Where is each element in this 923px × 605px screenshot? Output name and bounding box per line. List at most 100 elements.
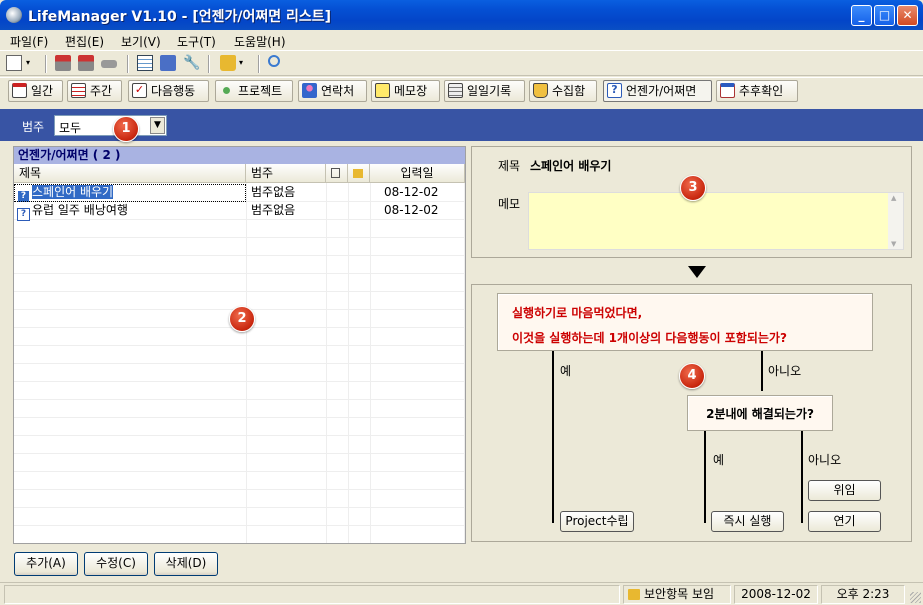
row-title-cell: ? 스페인어 배우기 (17, 184, 114, 203)
journal-icon (448, 83, 463, 98)
list-row[interactable]: ? 유럽 일주 배낭여행 범주없음 08-12-02 (14, 202, 465, 221)
notepad-icon (375, 83, 390, 98)
category-select[interactable]: 모두 ▼ (54, 115, 167, 136)
maximize-button[interactable]: □ (874, 5, 895, 26)
view-project-button[interactable]: 프로젝트 (215, 80, 293, 102)
question1-line1: 실행하기로 마음먹었다면, (512, 306, 643, 320)
status-security: 보안항목 보임 (623, 585, 731, 604)
lock-icon[interactable] (220, 55, 236, 71)
dropdown-arrow-icon[interactable]: ▾ (239, 55, 247, 71)
title-bar: LifeManager V1.10 - [언젠가/어쩌면 리스트] _ □ ✕ (0, 0, 923, 30)
list-title: 언젠가/어쩌면 ( 2 ) (14, 147, 465, 164)
status-date: 2008-12-02 (734, 585, 818, 604)
column-header-lock[interactable] (348, 164, 370, 183)
view-followup-button[interactable]: 추후확인 (716, 80, 798, 102)
detail-panel: 제목 스페인어 배우기 메모 ▲ ▼ (471, 146, 912, 258)
import-icon[interactable] (55, 55, 71, 71)
memo-textarea[interactable]: ▲ ▼ (528, 192, 904, 250)
do-now-button[interactable]: 즉시 실행 (711, 511, 784, 532)
view-next-action-button[interactable]: ✓ 다음행동 (128, 80, 209, 102)
window-title: LifeManager V1.10 - [언젠가/어쩌면 리스트] (28, 9, 332, 25)
export-icon[interactable] (78, 55, 94, 71)
dropdown-arrow-icon[interactable]: ▾ (26, 55, 34, 71)
row-category: 범주없음 (251, 203, 296, 217)
callout-badge-3: 3 (680, 175, 706, 201)
menu-file[interactable]: 파일(F) (10, 33, 48, 50)
view-someday-label: 언젠가/어쩌면 (626, 84, 697, 98)
menu-view[interactable]: 보기(V) (121, 33, 161, 50)
view-inbox-button[interactable]: 수집함 (529, 80, 597, 102)
callout-badge-2: 2 (229, 306, 255, 332)
project-create-button[interactable]: Project수립 (560, 511, 634, 532)
answer-yes-1: 예 (560, 364, 572, 378)
view-journal-button[interactable]: 일일기록 (444, 80, 525, 102)
view-daily-button[interactable]: 일간 (8, 80, 63, 102)
detail-title-value: 스페인어 배우기 (530, 159, 612, 173)
answer-no-1: 아니오 (768, 364, 802, 378)
toolbar-separator (45, 55, 47, 73)
grid-icon[interactable] (137, 55, 153, 71)
search-icon[interactable] (268, 55, 280, 67)
column-header-memo[interactable] (326, 164, 348, 183)
view-notepad-button[interactable]: 메모장 (371, 80, 440, 102)
status-bar: 보안항목 보임 2008-12-02 오후 2:23 (0, 582, 923, 605)
wrench-icon[interactable]: 🔧 (183, 55, 200, 71)
memo-column-icon (331, 168, 340, 178)
question-icon: ? (607, 83, 622, 98)
delegate-button[interactable]: 위임 (808, 480, 881, 501)
view-notepad-label: 메모장 (394, 84, 428, 98)
decision-flow-panel: 실행하기로 마음먹었다면, 이것을 실행하는데 1개이상의 다음행동이 포함되는… (471, 284, 912, 542)
grid-line (14, 435, 465, 436)
minimize-button[interactable]: _ (851, 5, 872, 26)
view-weekly-button[interactable]: 주간 (67, 80, 122, 102)
followup-icon (720, 83, 735, 98)
new-icon[interactable] (6, 55, 22, 71)
defer-button[interactable]: 연기 (808, 511, 881, 532)
edit-button[interactable]: 수정(C) (84, 552, 148, 576)
grid-line (14, 507, 465, 508)
delete-button[interactable]: 삭제(D) (154, 552, 218, 576)
category-value: 모두 (59, 121, 82, 135)
flow-line-yes-2 (704, 431, 706, 523)
book-icon[interactable] (160, 55, 176, 71)
grid-line (14, 291, 465, 292)
calendar-day-icon (12, 83, 27, 98)
chevron-down-icon[interactable]: ▼ (150, 117, 165, 134)
menu-help[interactable]: 도움말(H) (234, 33, 286, 50)
grid-line (14, 363, 465, 364)
category-label: 범주 (22, 120, 45, 134)
view-someday-button[interactable]: ? 언젠가/어쩌면 (603, 80, 712, 102)
scroll-down-icon[interactable]: ▼ (891, 240, 896, 248)
view-inbox-label: 수집함 (552, 84, 586, 98)
menu-bar: 파일(F) 편집(E) 보기(V) 도구(T) 도움말(H) (0, 30, 923, 50)
status-security-text: 보안항목 보임 (644, 587, 715, 601)
menu-edit[interactable]: 편집(E) (65, 33, 104, 50)
grid-line (14, 399, 465, 400)
grid-line (14, 273, 465, 274)
grid-line (14, 417, 465, 418)
grid-line (14, 255, 465, 256)
menu-tools[interactable]: 도구(T) (177, 33, 216, 50)
add-button[interactable]: 추가(A) (14, 552, 78, 576)
detail-memo-label: 메모 (498, 197, 521, 211)
lock-icon (628, 589, 640, 600)
row-date: 08-12-02 (384, 203, 439, 217)
column-header-category[interactable]: 범주 (246, 164, 326, 183)
view-contacts-button[interactable]: 연락처 (298, 80, 367, 102)
view-contacts-label: 연락처 (321, 84, 355, 98)
status-message (4, 585, 620, 604)
close-button[interactable]: ✕ (897, 5, 918, 26)
inbox-icon (533, 83, 548, 98)
print-icon[interactable] (101, 60, 117, 68)
resize-grip-icon[interactable] (910, 592, 921, 603)
column-header-date[interactable]: 입력일 (370, 164, 465, 183)
view-project-label: 프로젝트 (238, 84, 283, 98)
memo-scrollbar[interactable]: ▲ ▼ (888, 193, 903, 249)
row-title: 유럽 일주 배낭여행 (32, 203, 128, 217)
grid-line (14, 381, 465, 382)
project-tree-icon (219, 83, 234, 98)
scroll-up-icon[interactable]: ▲ (891, 194, 896, 202)
grid-line (14, 525, 465, 526)
column-header-title[interactable]: 제목 (14, 164, 246, 183)
view-weekly-label: 주간 (90, 84, 113, 98)
